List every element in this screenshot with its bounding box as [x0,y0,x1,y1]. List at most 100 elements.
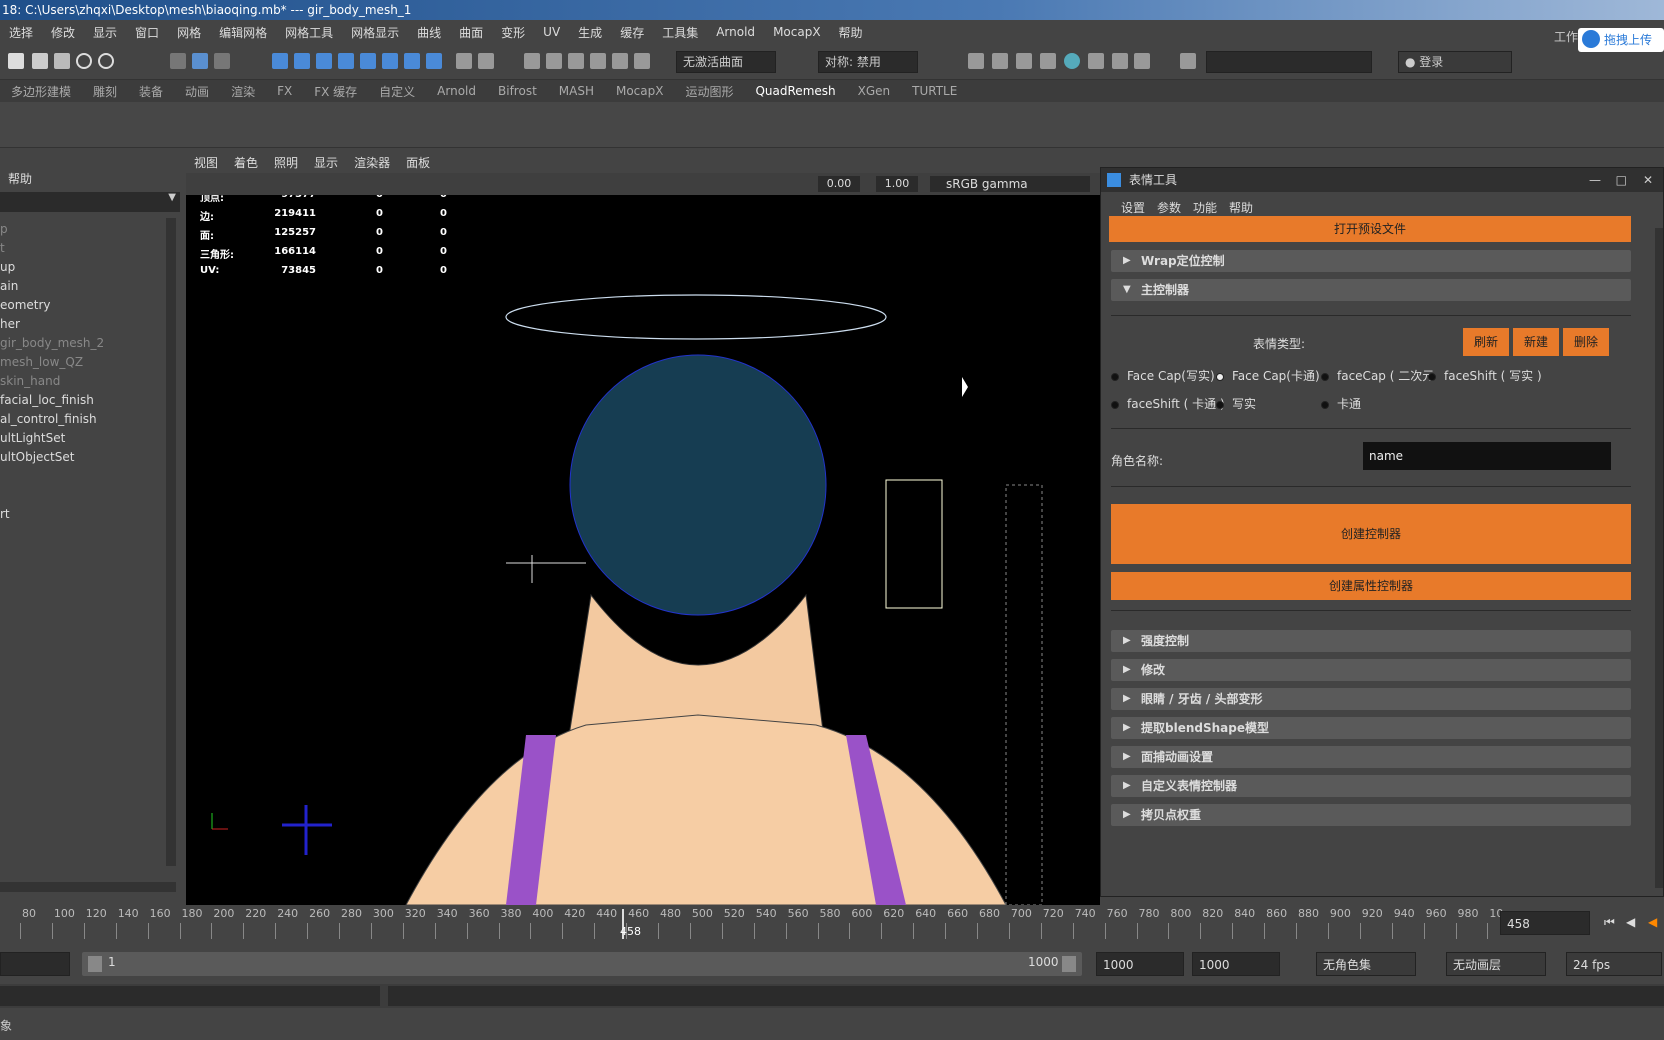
menu-item[interactable]: 曲线 [408,24,450,41]
menu-item[interactable]: 曲面 [450,24,492,41]
viewport-menu-item[interactable]: 显示 [306,154,346,171]
outliner-item[interactable]: ultLightSet [0,428,104,448]
step-back-icon[interactable]: ◀ [1626,915,1635,929]
undo-icon[interactable] [76,53,92,69]
outliner-item[interactable]: ultObjectSet [0,447,104,467]
create-controller-button[interactable]: 创建控制器 [1111,504,1631,564]
shelf-tab[interactable]: 动画 [174,83,220,100]
lock-icon[interactable] [456,53,472,69]
snap-curve-icon[interactable] [294,53,310,69]
viewport-menu-item[interactable]: 渲染器 [346,154,398,171]
panel-menu-item[interactable]: 设置 [1115,199,1151,216]
new-button[interactable]: 新建 [1513,328,1559,356]
menu-item[interactable]: 网格 [168,24,210,41]
output-ops-icon[interactable] [568,53,584,69]
render-frame-icon[interactable] [992,53,1008,69]
outliner-item[interactable]: facial_loc_finish [0,390,104,410]
menu-item[interactable]: 窗口 [126,24,168,41]
panel-menu-item[interactable]: 帮助 [1223,199,1259,216]
rename-icon[interactable] [634,53,650,69]
snap-plane-icon[interactable] [382,53,398,69]
menu-item[interactable]: 缓存 [611,24,653,41]
shelf-tab[interactable]: 自定义 [368,83,426,100]
construction-icon[interactable] [590,53,606,69]
outliner-scrollbar[interactable] [166,218,176,866]
shelf-tab[interactable]: 渲染 [220,83,266,100]
delete-button[interactable]: 删除 [1563,328,1609,356]
render-view-icon[interactable] [968,53,984,69]
arnold-ipr-icon[interactable] [1112,53,1128,69]
collapsible-section[interactable]: ▶ Wrap定位控制 [1111,250,1631,272]
fps-dropdown[interactable]: 24 fps [1566,952,1662,976]
maximize-icon[interactable]: □ [1616,168,1627,192]
collapsible-section[interactable]: ▼ 主控制器 [1111,279,1631,301]
ipr-icon[interactable] [1016,53,1032,69]
live-surface-field[interactable]: 无激活曲面 [676,51,776,73]
outliner-item[interactable] [0,466,104,486]
new-scene-icon[interactable] [8,53,24,69]
outliner-item[interactable]: t [0,238,104,258]
menu-item[interactable]: 帮助 [830,24,872,41]
select-object-icon[interactable] [192,53,208,69]
shelf-tab[interactable]: Arnold [426,84,487,98]
shelf-tab[interactable]: FX 缓存 [303,83,368,100]
menu-item[interactable]: 网格显示 [342,24,408,41]
outliner-item[interactable]: rt [0,504,104,524]
range-handle-right[interactable] [1062,956,1076,972]
sidebar-toggle-icon[interactable] [1180,53,1196,69]
exposure-field[interactable]: 0.00 [818,176,860,192]
outliner-item[interactable]: al_control_finish [0,409,104,429]
redo-icon[interactable] [98,53,114,69]
menu-item[interactable]: 编辑网格 [210,24,276,41]
viewport-menu-item[interactable]: 着色 [226,154,266,171]
panel-menu-item[interactable]: 功能 [1187,199,1223,216]
hypershade-icon[interactable] [1064,53,1080,69]
expr-type-radio[interactable]: 卡通 [1321,395,1361,412]
collapsible-section[interactable]: ▶ 眼睛 / 牙齿 / 头部变形 [1111,688,1631,710]
collapsible-section[interactable]: ▶ 拷贝点权重 [1111,804,1631,826]
collapsible-section[interactable]: ▶ 强度控制 [1111,630,1631,652]
shelf-tab[interactable]: QuadRemesh [744,84,846,98]
menu-item[interactable]: 工具集 [653,24,707,41]
snap-projected-icon[interactable] [338,53,354,69]
outliner-item[interactable]: eometry [0,295,104,315]
expr-type-radio[interactable]: Face Cap(写实) [1111,367,1215,384]
colorspace-dropdown[interactable]: sRGB gamma [930,176,1090,192]
select-component-icon[interactable] [214,53,230,69]
create-attr-controller-button[interactable]: 创建属性控制器 [1111,572,1631,600]
history-icon[interactable] [524,53,540,69]
viewport-menu-item[interactable]: 视图 [186,154,226,171]
upload-button[interactable]: 拖拽上传 [1578,28,1664,52]
expr-type-radio[interactable]: 写实 [1216,395,1256,412]
snap-point-icon[interactable] [316,53,332,69]
render-settings-icon[interactable] [1040,53,1056,69]
anim-end-field[interactable]: 1000 [1192,952,1280,976]
range-start-field-outer[interactable] [0,952,70,976]
snap-surface-icon[interactable] [360,53,376,69]
outliner-item[interactable]: mesh_low_QZ [0,352,104,372]
menu-item[interactable]: Arnold [707,25,764,39]
expr-type-radio[interactable]: faceShift ( 写实 ) [1428,367,1542,384]
input-ops-icon[interactable] [546,53,562,69]
select-hierarchy-icon[interactable] [170,53,186,69]
panel-scrollbar[interactable] [1655,228,1663,888]
shelf-tab[interactable]: MocapX [605,84,674,98]
arnold-render-icon[interactable] [1088,53,1104,69]
command-line[interactable] [0,984,1664,1008]
shelf-tab[interactable]: 多边形建模 [0,83,82,100]
expr-type-radio[interactable]: faceCap ( 二次元 [1321,367,1434,384]
menu-item[interactable]: 显示 [84,24,126,41]
viewport-menu-item[interactable]: 照明 [266,154,306,171]
close-icon[interactable]: ✕ [1643,168,1653,192]
minimize-icon[interactable]: — [1589,168,1601,192]
outliner-item[interactable]: gir_body_mesh_2 [0,333,104,353]
current-frame-field[interactable]: 458 [1500,911,1590,935]
collapsible-section[interactable]: ▶ 自定义表情控制器 [1111,775,1631,797]
menu-item[interactable]: 变形 [492,24,534,41]
anim-layer-dropdown[interactable]: 无动画层 [1446,952,1546,976]
shelf-tab[interactable]: 运动图形 [674,83,744,100]
chevron-down-icon[interactable]: ▼ [168,192,176,203]
menu-item[interactable]: 生成 [569,24,611,41]
shelf-tab[interactable]: FX [266,84,303,98]
gamma-field[interactable]: 1.00 [876,176,918,192]
